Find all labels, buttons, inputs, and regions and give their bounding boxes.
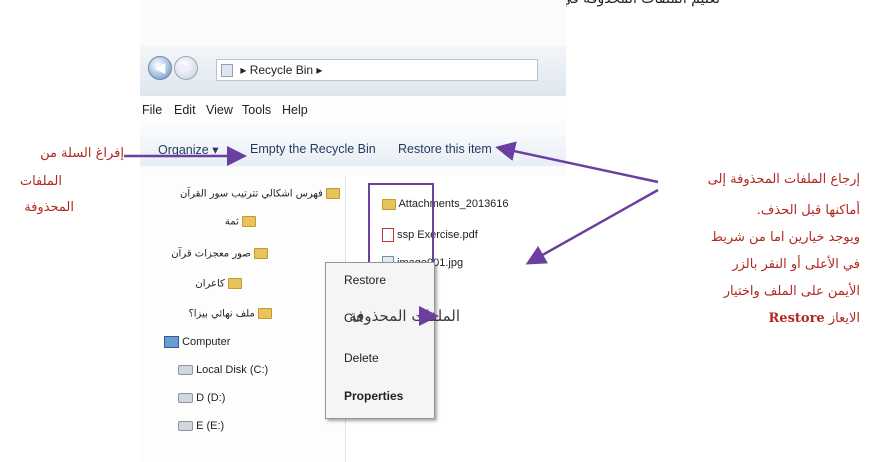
nav-folder-3[interactable]: صور معجزات قرآن bbox=[164, 248, 268, 260]
computer-icon bbox=[164, 336, 179, 349]
deleted-files-annotation: الملفات المحذوفة bbox=[349, 307, 460, 325]
menu-edit[interactable]: Edit bbox=[174, 103, 196, 117]
breadcrumb-separator-icon: ▸ bbox=[240, 63, 247, 77]
nav-computer[interactable]: Computer bbox=[164, 336, 230, 349]
restore-annotation-line4: في الأعلى أو النقر بالزر bbox=[732, 257, 860, 272]
drive-icon bbox=[178, 421, 193, 432]
menu-view[interactable]: View bbox=[206, 103, 233, 117]
nav-folder-1[interactable]: فهرس اشكالي تترتيب سور القرآن bbox=[164, 188, 340, 200]
empty-annotation-line2: الملفات bbox=[19, 174, 62, 189]
back-arrow-icon[interactable]: ◀ bbox=[148, 56, 172, 80]
nav-drive-c[interactable]: Local Disk (C:) bbox=[178, 364, 268, 376]
context-restore[interactable]: Restore bbox=[344, 273, 386, 287]
command-bar: Organize ▾ Empty the Recycle Bin Restore… bbox=[140, 132, 566, 166]
restore-annotation-command: Restore bbox=[768, 311, 825, 326]
recycle-bin-icon bbox=[221, 64, 233, 78]
forward-arrow-icon[interactable]: ▶ bbox=[174, 56, 198, 80]
menu-help[interactable]: Help bbox=[282, 103, 308, 117]
organize-label: Organize bbox=[158, 143, 209, 157]
restore-annotation-line5: الأيمن على الملف واختيار bbox=[723, 284, 860, 299]
menu-bar: File Edit View Tools Help bbox=[140, 96, 566, 124]
menu-tools[interactable]: Tools bbox=[242, 103, 271, 117]
restore-annotation-line2: أماكنها قبل الحذف. bbox=[756, 203, 860, 218]
empty-annotation-line3: المحذوفة bbox=[24, 200, 74, 215]
nav-drive-e[interactable]: E (E:) bbox=[178, 420, 224, 432]
address-field[interactable]: ▸ Recycle Bin ▸ bbox=[216, 59, 538, 81]
folder-icon bbox=[326, 188, 340, 199]
address-location: Recycle Bin bbox=[249, 63, 314, 77]
chevron-down-icon: ▾ bbox=[212, 143, 219, 157]
context-menu: Restore Cut Delete Properties bbox=[325, 262, 435, 419]
nav-folder-2[interactable]: ثمة bbox=[164, 216, 256, 228]
drive-icon bbox=[178, 393, 193, 404]
nav-folder-4[interactable]: كاعران bbox=[164, 278, 242, 290]
restore-annotation-prefix: الايعاز bbox=[828, 311, 860, 326]
address-bar-area: ◀ ▶ ▸ Recycle Bin ▸ bbox=[140, 46, 566, 96]
organize-button[interactable]: Organize ▾ bbox=[158, 142, 219, 157]
context-delete[interactable]: Delete bbox=[344, 351, 379, 365]
nav-drive-d[interactable]: D (D:) bbox=[178, 392, 225, 404]
folder-icon bbox=[254, 248, 268, 259]
menu-file[interactable]: File bbox=[142, 103, 162, 117]
context-properties[interactable]: Properties bbox=[344, 389, 403, 403]
navigation-pane: فهرس اشكالي تترتيب سور القرآن ثمة صور مع… bbox=[140, 176, 346, 462]
restore-item-button[interactable]: Restore this item bbox=[398, 142, 492, 156]
folder-icon bbox=[228, 278, 242, 289]
restore-annotation-line1: إرجاع الملفات المحذوفة إلى bbox=[707, 172, 860, 187]
nav-folder-5[interactable]: ملف نهائي بيزا؟ bbox=[164, 308, 272, 320]
folder-icon bbox=[242, 216, 256, 227]
hard-disk-icon bbox=[178, 365, 193, 376]
empty-annotation-line1: إفراغ السلة من bbox=[40, 146, 124, 161]
breadcrumb-chevron-icon: ▸ bbox=[316, 63, 323, 77]
restore-annotation-line3: ويوجد خيارين اما من شريط bbox=[710, 230, 860, 245]
folder-icon bbox=[258, 308, 272, 319]
restore-annotation-line6: الايعاز Restore bbox=[769, 311, 861, 326]
empty-recycle-bin-button[interactable]: Empty the Recycle Bin bbox=[250, 142, 376, 156]
